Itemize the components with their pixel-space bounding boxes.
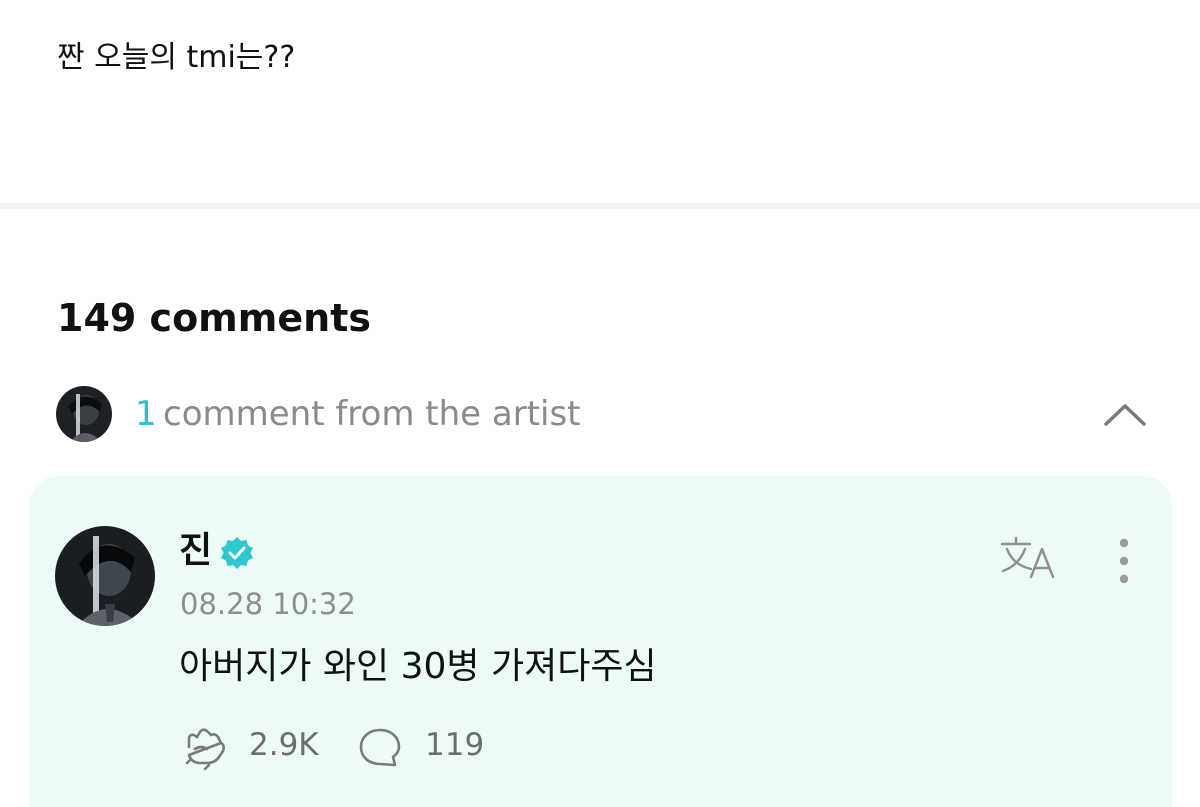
avatar-image bbox=[56, 386, 112, 442]
post-detail-page: 짠 오늘의 tmi는?? 149 comments 1 comment from… bbox=[0, 0, 1200, 807]
artist-comments-toggle[interactable]: 1 comment from the artist bbox=[56, 384, 1156, 446]
author-avatar[interactable] bbox=[55, 526, 155, 626]
artist-comment-label: comment from the artist bbox=[163, 394, 581, 434]
reply-count: 119 bbox=[425, 727, 485, 763]
avatar-image bbox=[55, 526, 155, 626]
cheer-hand-icon bbox=[181, 725, 231, 771]
section-divider bbox=[0, 203, 1200, 209]
more-vertical-icon[interactable] bbox=[1107, 534, 1141, 588]
post-text: 짠 오늘의 tmi는?? bbox=[57, 40, 296, 75]
comments-count: 149 comments bbox=[57, 296, 371, 340]
artist-comment-card: 진 08.28 10:32 아버지가 와인 30병 가져다주심 2.9K 119 bbox=[29, 476, 1172, 807]
verified-badge-icon bbox=[219, 535, 255, 571]
translate-icon[interactable] bbox=[997, 531, 1061, 583]
like-count: 2.9K bbox=[249, 727, 319, 763]
comment-date: 08.28 10:32 bbox=[180, 587, 356, 621]
artist-comment-count: 1 bbox=[135, 394, 157, 434]
artist-avatar-small bbox=[56, 386, 112, 442]
author-name[interactable]: 진 bbox=[179, 528, 212, 574]
comment-bubble-icon bbox=[357, 725, 403, 771]
comment-body: 아버지가 와인 30병 가져다주심 bbox=[179, 646, 657, 687]
chevron-up-icon[interactable] bbox=[1100, 392, 1150, 436]
